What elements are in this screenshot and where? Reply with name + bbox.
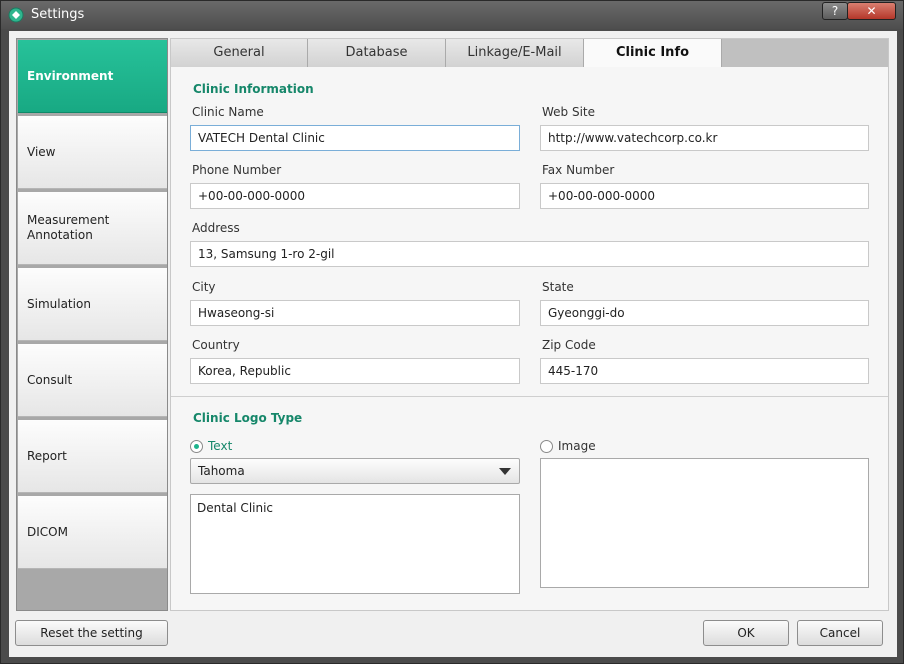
- sidebar-item-label: Simulation: [27, 297, 91, 311]
- reset-setting-button[interactable]: Reset the setting: [15, 620, 168, 646]
- clinic-name-field[interactable]: VATECH Dental Clinic: [190, 125, 520, 151]
- web-site-label: Web Site: [542, 105, 596, 119]
- sidebar-item-label: Measurement Annotation: [27, 213, 110, 242]
- logo-image-preview[interactable]: [540, 458, 869, 588]
- tab-general[interactable]: General: [171, 39, 308, 67]
- sidebar-item-report[interactable]: Report: [18, 420, 167, 493]
- sidebar-item-label: Consult: [27, 373, 73, 387]
- help-button[interactable]: ?: [822, 2, 848, 20]
- logo-text-radio-label[interactable]: Text: [208, 439, 232, 453]
- phone-number-field[interactable]: +00-00-000-0000: [190, 183, 520, 209]
- title-bar[interactable]: Settings ? ✕: [1, 1, 903, 29]
- tab-database[interactable]: Database: [308, 39, 446, 67]
- category-sidebar: Environment View Measurement Annotation …: [16, 38, 168, 611]
- sidebar-item-label: Report: [27, 449, 67, 463]
- sidebar-item-label: DICOM: [27, 525, 68, 539]
- clinic-information-heading: Clinic Information: [193, 82, 314, 96]
- tab-bar: General Database Linkage/E-Mail Clinic I…: [171, 39, 888, 67]
- country-label: Country: [192, 338, 240, 352]
- logo-text-radio[interactable]: [190, 440, 203, 453]
- fax-number-field[interactable]: +00-00-000-0000: [540, 183, 869, 209]
- state-field[interactable]: Gyeonggi-do: [540, 300, 869, 326]
- tab-linkage-email[interactable]: Linkage/E-Mail: [446, 39, 584, 67]
- font-select[interactable]: Tahoma: [190, 458, 520, 484]
- country-field[interactable]: Korea, Republic: [190, 358, 520, 384]
- logo-text-area[interactable]: Dental Clinic: [190, 494, 520, 594]
- section-divider: [171, 396, 888, 397]
- settings-window: Settings ? ✕ Environment View Measuremen…: [0, 0, 904, 664]
- sidebar-item-label: Environment: [27, 69, 114, 83]
- address-field[interactable]: 13, Samsung 1-ro 2-gil: [190, 241, 869, 267]
- tab-clinic-info[interactable]: Clinic Info: [584, 39, 722, 67]
- logo-image-radio[interactable]: [540, 440, 553, 453]
- sidebar-item-label: View: [27, 145, 56, 159]
- sidebar-item-view[interactable]: View: [18, 116, 167, 189]
- address-label: Address: [192, 221, 240, 235]
- close-button[interactable]: ✕: [847, 2, 896, 20]
- phone-number-label: Phone Number: [192, 163, 282, 177]
- font-select-value: Tahoma: [198, 464, 245, 478]
- city-field[interactable]: Hwaseong-si: [190, 300, 520, 326]
- sidebar-item-simulation[interactable]: Simulation: [18, 268, 167, 341]
- sidebar-item-dicom[interactable]: DICOM: [18, 496, 167, 569]
- clinic-name-label: Clinic Name: [192, 105, 264, 119]
- state-label: State: [542, 280, 574, 294]
- fax-number-label: Fax Number: [542, 163, 615, 177]
- logo-image-radio-label[interactable]: Image: [558, 439, 596, 453]
- sidebar-item-consult[interactable]: Consult: [18, 344, 167, 417]
- sidebar-item-environment[interactable]: Environment: [18, 40, 167, 113]
- window-title: Settings: [31, 7, 85, 22]
- city-label: City: [192, 280, 216, 294]
- ok-button[interactable]: OK: [703, 620, 789, 646]
- web-site-field[interactable]: http://www.vatechcorp.co.kr: [540, 125, 869, 151]
- settings-panel: General Database Linkage/E-Mail Clinic I…: [170, 38, 889, 611]
- cancel-button[interactable]: Cancel: [797, 620, 883, 646]
- sidebar-item-measurement-annotation[interactable]: Measurement Annotation: [18, 192, 167, 265]
- zip-code-field[interactable]: 445-170: [540, 358, 869, 384]
- dialog-body: Environment View Measurement Annotation …: [9, 31, 897, 657]
- app-icon: [8, 7, 24, 23]
- clinic-logo-type-heading: Clinic Logo Type: [193, 411, 303, 425]
- zip-code-label: Zip Code: [542, 338, 596, 352]
- chevron-down-icon: [499, 468, 511, 475]
